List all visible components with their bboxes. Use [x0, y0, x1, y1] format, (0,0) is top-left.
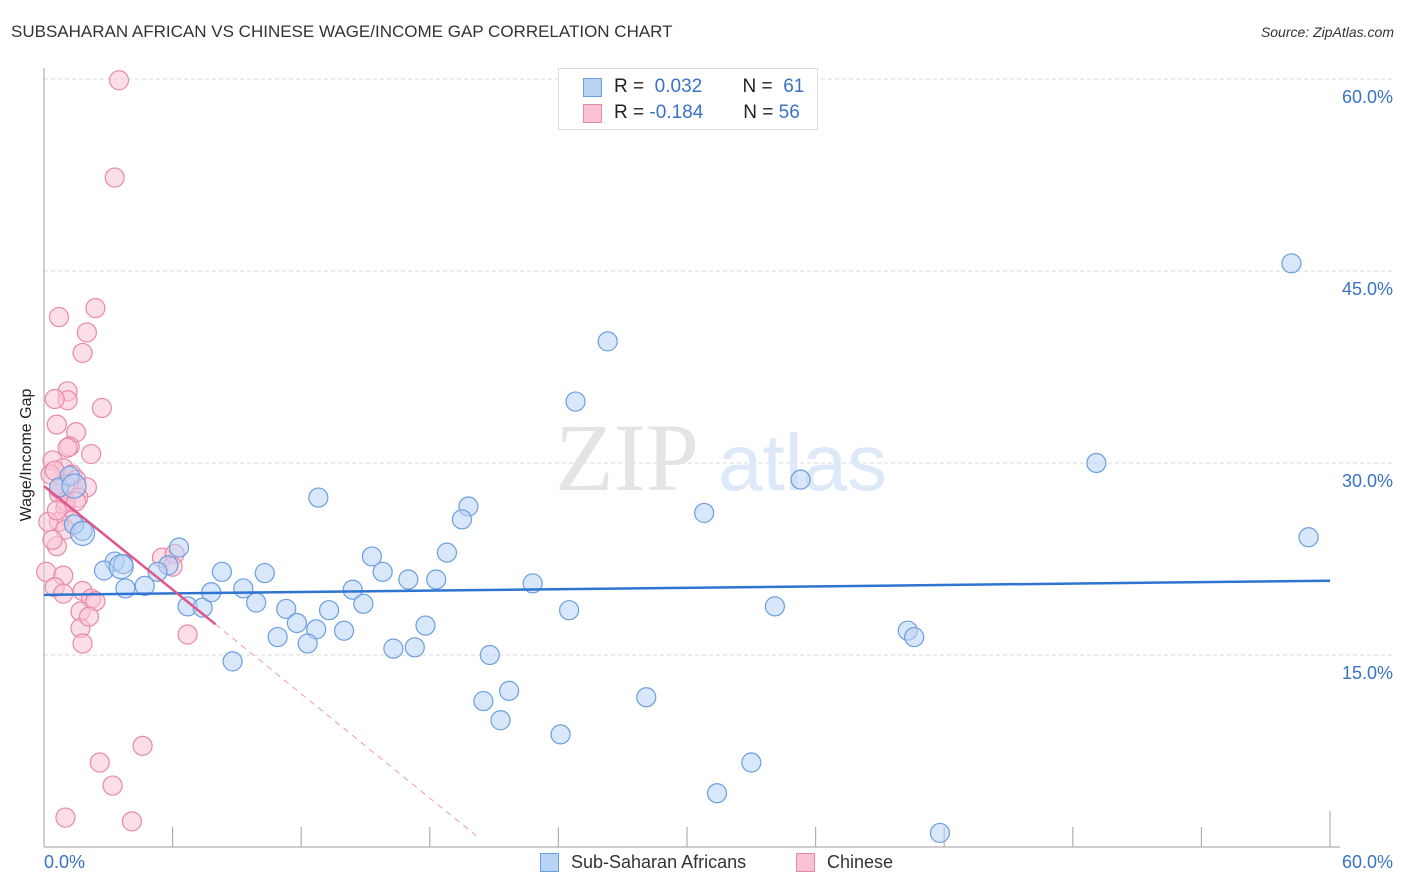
blue-swatch-icon: [540, 853, 559, 872]
chinese-point: [108, 70, 130, 91]
watermark-zip: ZIP: [555, 404, 699, 511]
chinese-trend-extension: [215, 623, 480, 839]
sub-saharan-point: [61, 473, 87, 499]
chinese-trend-line: [43, 485, 217, 626]
sub-saharan-point: [222, 651, 243, 672]
sub-saharan-point: [308, 487, 329, 508]
chinese-point: [72, 342, 93, 364]
chinese-point: [46, 500, 67, 521]
y-tick-label: 15.0%: [1341, 663, 1393, 683]
sub-saharan-point: [286, 612, 308, 634]
sub-saharan-point: [473, 690, 494, 712]
gridlines: [44, 78, 1395, 656]
chinese-point: [85, 298, 106, 319]
sub-saharan-point: [904, 626, 925, 648]
scatter-chart: ZIP atlas: [36, 68, 1395, 848]
chinese-point: [91, 397, 112, 419]
x-tick-label-max: 60.0%: [1341, 852, 1393, 872]
sub-saharan-point: [436, 542, 458, 563]
r-value: 0.032: [654, 76, 703, 97]
sub-saharan-point: [211, 561, 232, 582]
sub-saharan-point: [333, 620, 355, 641]
legend-item-chinese[interactable]: Chinese: [796, 852, 893, 873]
chinese-point: [72, 633, 93, 654]
sub-saharan-point: [372, 561, 393, 582]
sub-saharan-point: [499, 680, 520, 701]
chinese-point: [42, 529, 63, 550]
chinese-point: [132, 735, 153, 756]
y-tick-label: 30.0%: [1341, 471, 1393, 491]
chinese-point: [81, 443, 102, 465]
r-value: -0.184: [649, 102, 704, 123]
sub-saharan-point: [636, 687, 657, 708]
stats-legend: R = 0.032 N = 61 R = -0.184 N = 56: [558, 68, 818, 130]
sub-saharan-point: [353, 593, 374, 614]
sub-saharan-point: [1086, 452, 1107, 474]
legend-label: Chinese: [827, 852, 894, 872]
sub-saharan-point: [267, 626, 288, 648]
sub-saharan-point: [168, 537, 190, 558]
chinese-point: [55, 807, 76, 828]
chinese-point: [121, 811, 142, 832]
chinese-point: [102, 775, 123, 796]
legend-row-sub-saharan: R = 0.032 N = 61: [583, 74, 804, 100]
sub-saharan-point: [426, 569, 447, 590]
chinese-points: [36, 70, 198, 832]
y-tick-label: 45.0%: [1341, 279, 1393, 299]
chinese-point: [177, 624, 198, 645]
pink-swatch-icon: [796, 853, 815, 872]
r-label: R =: [614, 102, 645, 123]
chinese-point: [46, 414, 67, 435]
sub-saharan-point: [398, 569, 419, 590]
r-label: R =: [614, 76, 645, 97]
sub-saharan-point: [246, 592, 267, 613]
sub-saharan-point: [451, 509, 473, 530]
legend-row-chinese: R = -0.184 N = 56: [583, 100, 800, 126]
n-value: 56: [778, 102, 800, 123]
sub-saharan-points: [48, 253, 1319, 844]
chinese-point: [89, 752, 110, 773]
sub-saharan-point: [1298, 527, 1319, 548]
pink-swatch-icon: [583, 103, 602, 123]
n-label: N =: [743, 102, 774, 123]
sub-saharan-point: [706, 783, 728, 804]
legend-item-sub-saharan[interactable]: Sub-Saharan Africans: [540, 852, 746, 873]
y-axis-title: Wage/Income Gap: [18, 388, 35, 522]
watermark-atlas: atlas: [718, 418, 887, 507]
sub-saharan-point: [929, 822, 951, 844]
sub-saharan-point: [790, 469, 811, 490]
sub-saharan-point: [479, 644, 500, 666]
sub-saharan-point: [415, 615, 436, 636]
chinese-point: [76, 322, 97, 343]
sub-saharan-point: [108, 554, 134, 580]
n-label: N =: [742, 76, 773, 97]
n-value: 61: [783, 76, 805, 97]
sub-saharan-point: [764, 596, 785, 617]
chinese-point: [44, 388, 65, 410]
sub-saharan-point: [490, 710, 511, 731]
chinese-point: [104, 167, 125, 188]
sub-saharan-point: [559, 600, 580, 621]
sub-saharan-point: [741, 752, 762, 773]
blue-swatch-icon: [583, 77, 602, 97]
sub-saharan-point: [597, 331, 618, 352]
sub-saharan-point: [383, 638, 404, 659]
sub-saharan-point: [297, 633, 318, 654]
x-tick-label-min: 0.0%: [44, 852, 86, 872]
sub-saharan-point: [550, 724, 571, 745]
sub-saharan-point: [565, 391, 586, 412]
sub-saharan-point: [1281, 253, 1302, 274]
y-tick-label: 60.0%: [1341, 87, 1393, 107]
chinese-point: [57, 437, 78, 458]
sub-saharan-point: [254, 562, 275, 584]
sub-saharan-point: [694, 502, 715, 524]
chinese-point: [48, 306, 70, 328]
sub-saharan-point: [318, 600, 340, 621]
legend-label: Sub-Saharan Africans: [571, 852, 747, 872]
watermark: ZIP atlas: [555, 404, 887, 511]
chinese-point: [78, 606, 100, 627]
sub-saharan-point: [404, 637, 425, 658]
